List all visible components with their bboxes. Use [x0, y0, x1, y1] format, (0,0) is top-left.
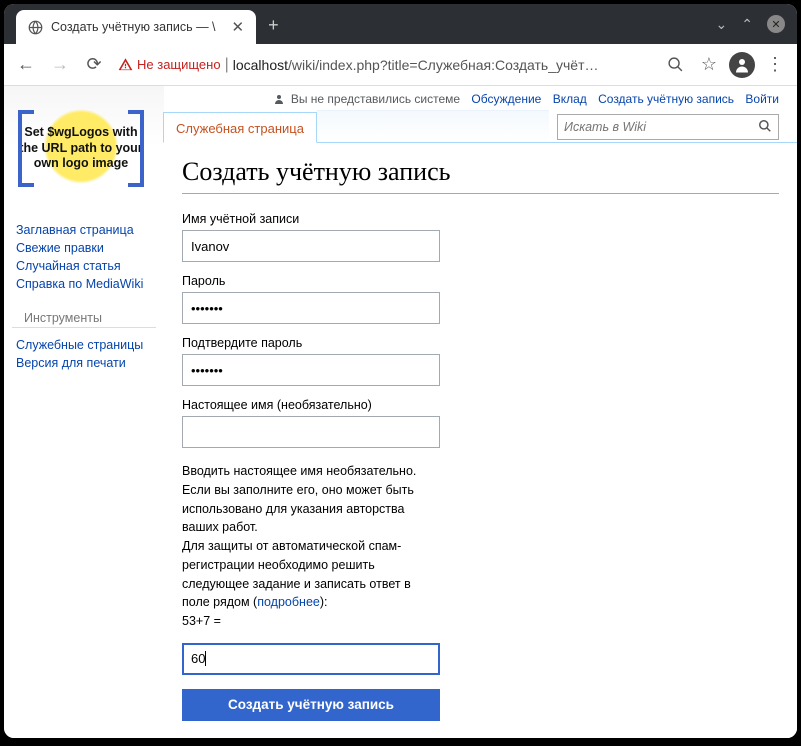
browser-tab-strip: Создать учётную запись — \ ✕ + ⌄ ⌃ ✕: [4, 4, 797, 44]
url-text: localhost/wiki/index.php?title=Служебная…: [233, 57, 651, 73]
realname-field[interactable]: [182, 416, 440, 448]
link-talk[interactable]: Обсуждение: [471, 92, 541, 106]
submit-button[interactable]: Создать учётную запись: [182, 689, 440, 721]
realname-help: Вводить настоящее имя необязательно. Есл…: [182, 462, 440, 537]
username-field[interactable]: [182, 230, 440, 262]
password-label: Пароль: [182, 274, 440, 288]
confirm-label: Подтвердите пароль: [182, 336, 440, 350]
search-icon[interactable]: [752, 119, 778, 136]
tab-title: Создать учётную запись — \: [51, 20, 216, 34]
reload-button[interactable]: ⟳: [80, 51, 108, 79]
personal-tools: Вы не представились системе Обсуждение В…: [164, 86, 797, 106]
address-bar[interactable]: Не защищено | localhost/wiki/index.php?t…: [114, 56, 655, 74]
password-field[interactable]: [182, 292, 440, 324]
back-button[interactable]: ←: [12, 51, 40, 79]
main-content: Вы не представились системе Обсуждение В…: [164, 86, 797, 738]
zoom-icon[interactable]: [661, 51, 689, 79]
page-tabs: Служебная страница: [164, 110, 797, 143]
realname-label: Настоящее имя (необязательно): [182, 398, 440, 412]
bookmark-icon[interactable]: ☆: [695, 51, 723, 79]
menu-icon[interactable]: ⋮: [761, 51, 789, 79]
confirm-password-field[interactable]: [182, 354, 440, 386]
window-close-icon[interactable]: ✕: [767, 15, 785, 33]
captcha-more-link[interactable]: подробнее: [257, 595, 320, 609]
profile-avatar[interactable]: [729, 52, 755, 78]
nav-special-pages[interactable]: Служебные страницы: [16, 336, 152, 354]
text-cursor: [205, 651, 206, 666]
sidebar: Set $wgLogos with the URL path to your o…: [4, 86, 164, 738]
forward-button[interactable]: →: [46, 51, 74, 79]
tab-close-icon[interactable]: ✕: [232, 18, 245, 36]
link-contrib[interactable]: Вклад: [553, 92, 587, 106]
new-tab-button[interactable]: +: [268, 15, 279, 36]
tab-special[interactable]: Служебная страница: [163, 112, 317, 143]
link-login[interactable]: Войти: [745, 92, 779, 106]
browser-toolbar: ← → ⟳ Не защищено | localhost/wiki/index…: [4, 44, 797, 86]
captcha-help: Для защиты от автоматической спам-регист…: [182, 537, 440, 612]
nav-recent-changes[interactable]: Свежие правки: [16, 239, 152, 257]
nav-main: Заглавная страница Свежие правки Случайн…: [4, 217, 164, 301]
chevron-down-icon[interactable]: ⌄: [716, 16, 728, 33]
browser-tab[interactable]: Создать учётную запись — \ ✕: [16, 10, 256, 44]
warning-icon: [118, 57, 133, 72]
nav-random[interactable]: Случайная статья: [16, 257, 152, 275]
nav-tools-header: Инструменты: [12, 301, 156, 328]
nav-help[interactable]: Справка по MediaWiki: [16, 275, 152, 293]
insecure-badge: Не защищено: [118, 57, 221, 72]
globe-icon: [28, 20, 43, 35]
captcha-answer-field[interactable]: 60: [182, 643, 440, 675]
anon-text: Вы не представились системе: [291, 92, 460, 106]
create-account-form: Имя учётной записи Пароль Подтвердите па…: [182, 212, 440, 721]
wiki-logo[interactable]: Set $wgLogos with the URL path to your o…: [16, 96, 146, 201]
nav-print[interactable]: Версия для печати: [16, 354, 152, 372]
window-controls: ⌄ ⌃ ✕: [716, 4, 785, 44]
username-label: Имя учётной записи: [182, 212, 440, 226]
search-box[interactable]: [557, 114, 779, 140]
user-icon: [273, 93, 285, 105]
nav-main-page[interactable]: Заглавная страница: [16, 221, 152, 239]
page-title: Создать учётную запись: [182, 157, 779, 194]
captcha-question: 53+7 =: [182, 612, 440, 631]
link-create-account[interactable]: Создать учётную запись: [598, 92, 734, 106]
nav-tools: Служебные страницы Версия для печати: [4, 332, 164, 380]
search-input[interactable]: [558, 120, 752, 134]
chevron-up-icon[interactable]: ⌃: [741, 16, 753, 33]
